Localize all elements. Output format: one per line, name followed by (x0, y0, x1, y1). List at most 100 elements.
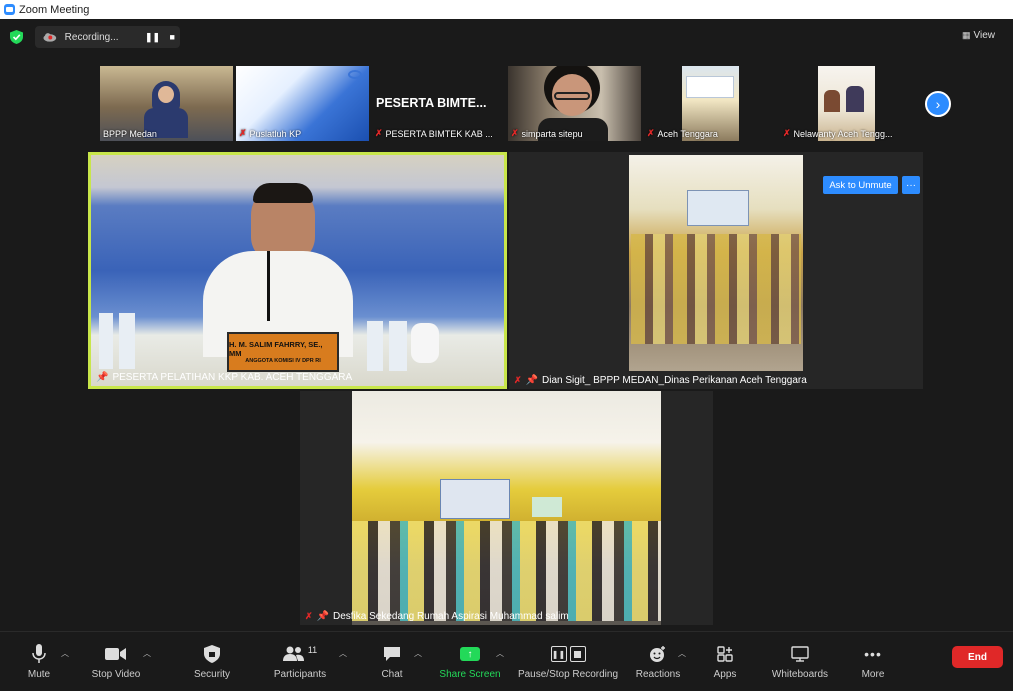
video-camera-icon (105, 642, 127, 666)
mute-options-caret[interactable]: ︿ (61, 648, 69, 659)
shield-icon (204, 642, 220, 666)
video-options-caret[interactable]: ︿ (143, 648, 151, 659)
view-button[interactable]: ▦ View (962, 26, 1006, 44)
grid-view-icon: ▦ (962, 29, 971, 40)
speaker-name-label: 📌 PESERTA PELATIHAN KKP KAB. ACEH TENGGAR… (96, 372, 353, 383)
zoom-logo-icon (4, 4, 15, 15)
mic-muted-icon: ✗ (783, 128, 791, 138)
flower-vase (411, 323, 439, 363)
banner (686, 76, 734, 98)
whiteboards-button[interactable]: Whiteboards (766, 632, 834, 688)
tile-name-6: ✗ Nelawanty Aceh Tengg... (783, 128, 893, 139)
recording-controls-label: Pause/Stop Recording (517, 669, 619, 680)
banner (687, 190, 749, 226)
tile-name-4: ✗ simparta sitepu (511, 128, 583, 139)
whiteboard-icon (791, 642, 809, 666)
cloud-recording-icon (43, 33, 57, 42)
mic-muted-icon: ✗ (305, 611, 313, 621)
whiteboards-label: Whiteboards (771, 669, 829, 680)
window-titlebar: Zoom Meeting (0, 0, 1016, 19)
more-button[interactable]: ••• More (856, 632, 890, 688)
participant-tile-3[interactable]: PESERTA BIMTE... ✗ PESERTA BIMTEK KAB ... (372, 66, 505, 141)
security-shield-icon[interactable] (10, 30, 23, 44)
mic-muted-icon: ✗ (514, 375, 522, 385)
mic-muted-icon: ✗ (375, 128, 383, 138)
reactions-label: Reactions (635, 669, 681, 680)
participants-label: Participants (273, 669, 327, 680)
logo-mark (348, 70, 362, 79)
active-speaker-tile[interactable]: H. M. SALIM FAHRRY, SE., MM ANGGOTA KOMI… (88, 152, 507, 389)
participant-tile-5[interactable]: ✗ Aceh Tenggara (644, 66, 777, 141)
share-screen-button[interactable]: ↑ Share Screen (438, 632, 502, 688)
view-label: View (973, 29, 996, 41)
person-hair (253, 183, 313, 203)
ask-to-unmute-button[interactable]: Ask to Unmute (823, 176, 898, 194)
participant-tile-1[interactable]: BPPP Medan (100, 66, 233, 141)
audience (631, 234, 801, 344)
pin-icon: 📌 (525, 375, 538, 386)
pause-stop-recording-button[interactable]: ❚❚ Pause/Stop Recording (516, 632, 620, 688)
pause-recording-icon[interactable]: ❚❚ (145, 29, 161, 45)
projector-screen (532, 497, 562, 517)
participant-video-tile-3[interactable]: ✗ 📌 Desfika Sekedang Rumah Aspirasi Muhamm… (300, 391, 713, 625)
mute-label: Mute (27, 669, 51, 680)
stop-recording-icon[interactable]: ■ (164, 29, 180, 45)
reactions-button[interactable]: Reactions (634, 632, 682, 688)
nameplate: H. M. SALIM FAHRRY, SE., MM ANGGOTA KOMI… (227, 332, 339, 372)
share-options-caret[interactable]: ︿ (496, 648, 504, 659)
window-title: Zoom Meeting (19, 3, 90, 16)
nameplate-title: ANGGOTA KOMISI IV DPR RI (245, 358, 321, 364)
pin-icon: 📌 (316, 611, 329, 622)
recording-indicator: Recording... ❚❚ ■ (35, 26, 180, 48)
nameplate-name: H. M. SALIM FAHRRY, SE., MM (229, 340, 323, 358)
security-button[interactable]: Security (190, 632, 234, 688)
share-screen-label: Share Screen (439, 669, 501, 680)
tile2-name-label: ✗ 📌 Dian Sigit_ BPPP MEDAN_Dinas Perikanan… (514, 375, 807, 386)
tile-more-options-button[interactable]: ··· (902, 176, 920, 194)
stop-video-label: Stop Video (91, 669, 141, 680)
recording-label: Recording... (64, 31, 119, 43)
participant-count: 11 (307, 645, 318, 655)
security-label: Security (193, 669, 231, 680)
participants-options-caret[interactable]: ︿ (339, 648, 347, 659)
pin-icon: 📌 (96, 372, 109, 383)
water-bottles (99, 313, 135, 369)
participant-tile-4[interactable]: ✗ simparta sitepu (508, 66, 641, 141)
tile-name-1: BPPP Medan (103, 129, 157, 139)
poster-figure (846, 86, 864, 112)
end-meeting-button[interactable]: End (952, 646, 1003, 668)
person-face (158, 86, 174, 103)
mic-muted-icon: ✗ (647, 128, 655, 138)
meeting-area: Recording... ❚❚ ■ ▦ View BPPP Medan ✗ Pus… (0, 19, 1013, 631)
apps-button[interactable]: Apps (708, 632, 742, 688)
participant-tile-2[interactable]: ✗ Puslatluh KP (236, 66, 369, 141)
stage-banner (440, 479, 510, 519)
audience (352, 521, 661, 621)
water-bottles (367, 321, 407, 371)
participants-button[interactable]: 11 Participants (270, 632, 330, 688)
glasses (554, 92, 590, 100)
share-screen-icon: ↑ (460, 642, 480, 666)
chat-button[interactable]: Chat (376, 632, 408, 688)
mic-muted-icon: ✗ (511, 128, 519, 138)
stop-video-button[interactable]: Stop Video (88, 632, 144, 688)
chat-bubble-icon (383, 642, 401, 666)
more-dots-icon: ••• (864, 646, 882, 662)
tile-name-2: ✗ Puslatluh KP (239, 128, 302, 139)
pause-stop-icon: ❚❚ (550, 642, 586, 666)
mute-button[interactable]: Mute (18, 632, 60, 688)
tile-name-5: ✗ Aceh Tenggara (647, 128, 718, 139)
microphone (267, 251, 270, 321)
tile-name-3: ✗ PESERTA BIMTEK KAB ... (375, 128, 493, 139)
tile3-name-label: ✗ 📌 Desfika Sekedang Rumah Aspirasi Muhamm… (305, 611, 569, 622)
smiley-plus-icon (649, 642, 667, 666)
mic-muted-icon: ✗ (239, 128, 247, 138)
chat-label: Chat (381, 669, 403, 680)
next-page-button[interactable]: › (925, 91, 951, 117)
participant-tile-6[interactable]: ✗ Nelawanty Aceh Tengg... (780, 66, 913, 141)
meeting-toolbar: Mute ︿ Stop Video ︿ Security 11 Particip… (0, 631, 1013, 691)
reactions-options-caret[interactable]: ︿ (678, 648, 686, 659)
microphone-icon (32, 642, 46, 666)
chat-options-caret[interactable]: ︿ (414, 648, 422, 659)
participants-icon: 11 (282, 642, 318, 666)
